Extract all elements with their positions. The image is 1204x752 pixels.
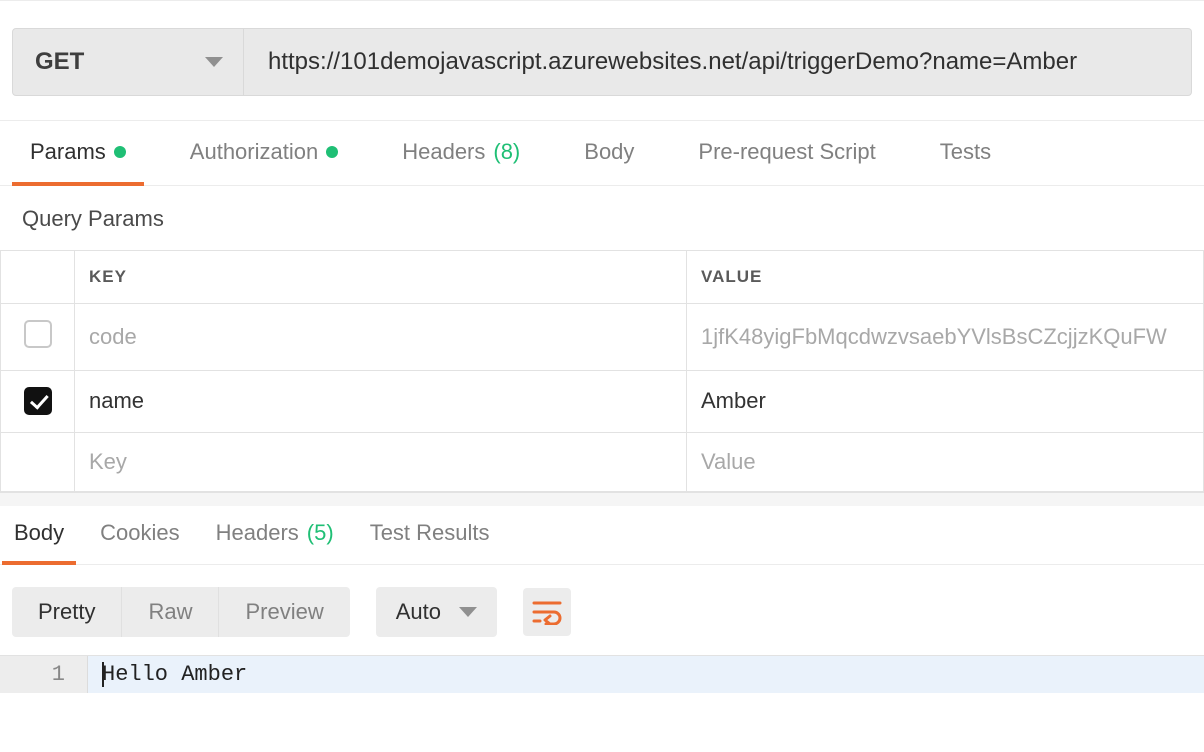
chevron-down-icon xyxy=(459,607,477,617)
view-pretty-button[interactable]: Pretty xyxy=(12,587,122,637)
response-format-select[interactable]: Auto xyxy=(376,587,497,637)
checkbox-unchecked[interactable] xyxy=(24,320,52,348)
param-checkbox-cell xyxy=(1,371,75,433)
bottom-spacer xyxy=(0,693,1204,707)
view-preview-button[interactable]: Preview xyxy=(219,587,349,637)
status-dot-icon xyxy=(114,146,126,158)
tab-authorization-label: Authorization xyxy=(190,139,318,165)
resp-tab-headers-count: (5) xyxy=(307,520,334,546)
response-divider xyxy=(0,492,1204,506)
tab-headers-count: (8) xyxy=(493,139,520,165)
param-checkbox-cell xyxy=(1,432,75,491)
response-body: 1 Hello Amber xyxy=(0,655,1204,693)
resp-tab-cookies[interactable]: Cookies xyxy=(94,520,185,564)
response-line-1[interactable]: Hello Amber xyxy=(88,656,1204,693)
section-title-query-params: Query Params xyxy=(0,186,1204,250)
tab-prerequest-label: Pre-request Script xyxy=(698,139,875,165)
tab-params[interactable]: Params xyxy=(22,139,134,185)
view-raw-button[interactable]: Raw xyxy=(122,587,219,637)
http-method-select[interactable]: GET xyxy=(12,28,244,96)
tab-body-label: Body xyxy=(584,139,634,165)
chevron-down-icon xyxy=(205,57,223,67)
param-row-new: Key Value xyxy=(1,432,1204,491)
param-checkbox-cell xyxy=(1,304,75,371)
param-key-input[interactable]: name xyxy=(75,371,687,433)
param-key-input[interactable]: code xyxy=(75,304,687,371)
word-wrap-icon xyxy=(532,599,562,625)
response-format-label: Auto xyxy=(396,599,441,625)
table-header-value: VALUE xyxy=(687,251,1204,304)
param-row-name: name Amber xyxy=(1,371,1204,433)
resp-tab-body[interactable]: Body xyxy=(8,520,70,564)
table-header-row: KEY VALUE xyxy=(1,251,1204,304)
table-header-checkbox xyxy=(1,251,75,304)
param-row-code: code 1jfK48yigFbMqcdwzvsaebYVlsBsCZcjjzK… xyxy=(1,304,1204,371)
param-key-placeholder[interactable]: Key xyxy=(75,432,687,491)
word-wrap-button[interactable] xyxy=(523,588,571,636)
table-header-key: KEY xyxy=(75,251,687,304)
tab-tests-label: Tests xyxy=(940,139,991,165)
line-number-gutter: 1 xyxy=(0,656,88,693)
param-value-input[interactable]: 1jfK48yigFbMqcdwzvsaebYVlsBsCZcjjzKQuFW xyxy=(687,304,1204,371)
http-method-label: GET xyxy=(35,48,84,76)
tab-params-label: Params xyxy=(30,139,106,165)
resp-tab-test-results-label: Test Results xyxy=(370,520,490,546)
tab-prerequest[interactable]: Pre-request Script xyxy=(690,139,883,185)
text-cursor xyxy=(102,662,104,687)
param-value-input[interactable]: Amber xyxy=(687,371,1204,433)
response-text: Hello Amber xyxy=(102,662,247,687)
param-value-placeholder[interactable]: Value xyxy=(687,432,1204,491)
tab-headers[interactable]: Headers (8) xyxy=(394,139,528,185)
resp-tab-cookies-label: Cookies xyxy=(100,520,179,546)
resp-tab-body-label: Body xyxy=(14,520,64,546)
response-toolbar: Pretty Raw Preview Auto xyxy=(0,565,1204,655)
query-params-table: KEY VALUE code 1jfK48yigFbMqcdwzvsaebYVl… xyxy=(0,250,1204,492)
response-tabs: Body Cookies Headers (5) Test Results xyxy=(0,506,1204,565)
tab-tests[interactable]: Tests xyxy=(932,139,999,185)
resp-tab-test-results[interactable]: Test Results xyxy=(364,520,496,564)
tab-headers-label: Headers xyxy=(402,139,485,165)
request-url-text: https://101demojavascript.azurewebsites.… xyxy=(268,48,1077,76)
request-url-input[interactable]: https://101demojavascript.azurewebsites.… xyxy=(244,28,1192,96)
status-dot-icon xyxy=(326,146,338,158)
top-divider xyxy=(0,0,1204,8)
checkbox-checked[interactable] xyxy=(24,387,52,415)
request-tabs: Params Authorization Headers (8) Body Pr… xyxy=(0,120,1204,186)
tab-authorization[interactable]: Authorization xyxy=(182,139,346,185)
view-mode-segment: Pretty Raw Preview xyxy=(12,587,350,637)
resp-tab-headers[interactable]: Headers (5) xyxy=(210,520,340,564)
tab-body[interactable]: Body xyxy=(576,139,642,185)
resp-tab-headers-label: Headers xyxy=(216,520,299,546)
request-url-bar: GET https://101demojavascript.azurewebsi… xyxy=(12,28,1192,96)
